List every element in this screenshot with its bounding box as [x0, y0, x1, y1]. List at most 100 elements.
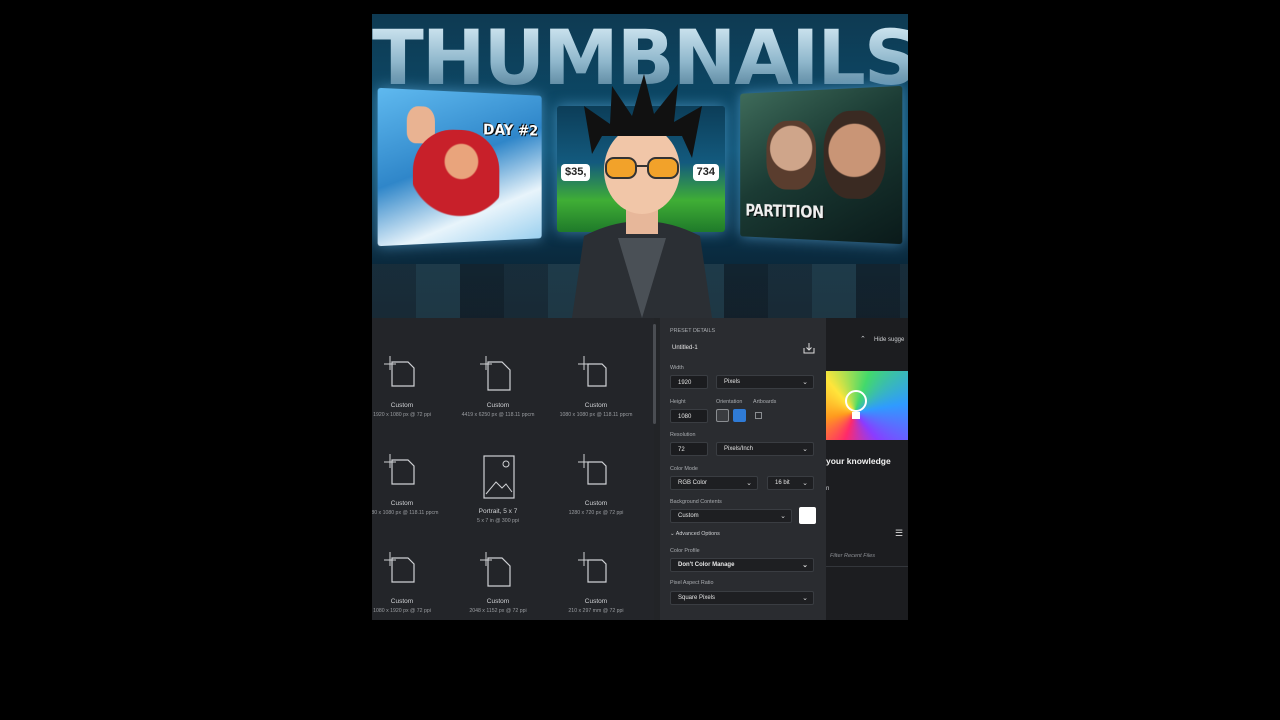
- preset-tile[interactable]: Custom 210 x 297 mm @ 72 ppi: [548, 552, 644, 615]
- preset-dimensions: 1080 x 1080 px @ 118.11 ppcm: [372, 510, 439, 516]
- chevron-up-icon[interactable]: ⌃: [860, 335, 866, 343]
- divider: [826, 566, 908, 567]
- background-contents-label: Background Contents: [670, 499, 722, 505]
- pixel-aspect-ratio-select[interactable]: Square Pixels ⌄: [670, 591, 814, 605]
- preset-details-panel: PRESET DETAILS Untitled-1 Width 1920 Pix…: [660, 318, 826, 620]
- color-mode-label: Color Mode: [670, 466, 698, 472]
- list-view-icon[interactable]: ☰: [895, 528, 903, 539]
- lightbulb-icon: [845, 390, 867, 419]
- thumbnail-partition: PARTITION: [740, 85, 903, 245]
- preset-tile[interactable]: Custom 1920 x 1080 px @ 72 ppi: [372, 356, 450, 419]
- preset-name: Portrait, 5 x 7: [478, 508, 518, 515]
- preset-tile[interactable]: Custom 1080 x 1920 px @ 72 ppi: [372, 552, 450, 615]
- color-profile-value: Don't Color Manage: [678, 562, 735, 568]
- width-unit-select[interactable]: Pixels ⌄: [716, 375, 814, 389]
- pixel-aspect-ratio-value: Square Pixels: [678, 595, 716, 601]
- thumbnail-day-label: DAY #2: [483, 120, 539, 140]
- height-label: Height: [670, 399, 686, 405]
- suggestion-lightbulb-image[interactable]: [826, 371, 908, 440]
- home-side-panel: ⌃ Hide sugge your knowledge n ☰ Filter R…: [826, 318, 908, 620]
- color-profile-label: Color Profile: [670, 548, 700, 554]
- preset-name: Custom: [584, 500, 608, 507]
- preset-name: Custom: [390, 598, 414, 605]
- thumbnail-banner: THUMBNAILS DAY #2 $35, 734 PARTITION: [372, 14, 908, 318]
- width-label: Width: [670, 365, 684, 371]
- document-icon: [480, 552, 511, 587]
- color-profile-select[interactable]: Don't Color Manage ⌄: [670, 558, 814, 572]
- background-contents-value: Custom: [678, 513, 699, 519]
- resolution-unit-value: Pixels/Inch: [724, 446, 754, 452]
- resolution-label: Resolution: [670, 432, 696, 438]
- resolution-input[interactable]: 72: [670, 442, 708, 456]
- hide-suggestions-button[interactable]: Hide sugge: [874, 337, 904, 343]
- preset-name: Custom: [390, 500, 414, 507]
- background-contents-select[interactable]: Custom ⌄: [670, 509, 792, 523]
- width-input[interactable]: 1920: [670, 375, 708, 389]
- filter-recent-files-input[interactable]: Filter Recent Files: [830, 553, 875, 559]
- preset-dimensions: 2048 x 1152 px @ 72 ppi: [469, 608, 527, 614]
- preset-name: Custom: [584, 598, 608, 605]
- chevron-down-icon: ⌄: [746, 480, 752, 487]
- preset-name: Custom: [486, 598, 510, 605]
- thumbnail-day-2: DAY #2: [377, 87, 542, 247]
- thumbnail-partition-label: PARTITION: [745, 201, 824, 224]
- advanced-options-toggle[interactable]: ⌄ Advanced Options: [670, 531, 720, 537]
- chevron-down-icon: ⌄: [802, 480, 808, 487]
- save-preset-icon[interactable]: [803, 342, 815, 354]
- preset-tile[interactable]: Custom 1080 x 1080 px @ 118.11 ppcm: [372, 454, 450, 517]
- document-icon: [578, 552, 607, 583]
- preset-tile[interactable]: Custom 1080 x 1080 px @ 118.11 ppcm: [548, 356, 644, 419]
- document-icon: [384, 552, 415, 583]
- preset-tile[interactable]: Portrait, 5 x 7 5 x 7 in @ 300 ppi: [450, 454, 546, 525]
- bit-depth-value: 16 bit: [775, 480, 790, 486]
- preset-grid-scrollbar[interactable]: [653, 324, 656, 424]
- preset-dimensions: 5 x 7 in @ 300 ppi: [477, 518, 519, 524]
- document-icon: [384, 356, 415, 387]
- anime-character-avatar: [572, 74, 712, 318]
- preset-name: Custom: [584, 402, 608, 409]
- chevron-down-icon: ⌄: [802, 446, 808, 453]
- new-document-dialog: Custom 1920 x 1080 px @ 72 ppi Custom 4419 …: [372, 318, 908, 620]
- portrait-graphic-right: [823, 109, 886, 200]
- preset-tile[interactable]: Custom 4419 x 6250 px @ 118.11 ppcm: [450, 356, 546, 419]
- suggestion-title[interactable]: your knowledge: [826, 456, 891, 466]
- suggestion-subtext: n: [826, 486, 830, 492]
- resolution-unit-select[interactable]: Pixels/Inch ⌄: [716, 442, 814, 456]
- preset-dimensions: 4419 x 6250 px @ 118.11 ppcm: [461, 412, 535, 418]
- chevron-down-icon: ⌄: [802, 379, 808, 386]
- preset-details-title: PRESET DETAILS: [670, 328, 716, 334]
- bit-depth-select[interactable]: 16 bit ⌄: [767, 476, 814, 490]
- document-icon: [578, 356, 607, 387]
- portrait-orientation-button[interactable]: [716, 409, 729, 422]
- width-unit-value: Pixels: [724, 379, 741, 385]
- document-icon: [578, 454, 607, 485]
- preset-dimensions: 1920 x 1080 px @ 72 ppi: [373, 412, 431, 418]
- preset-dimensions: 210 x 297 mm @ 72 ppi: [568, 608, 624, 614]
- pixel-aspect-ratio-label: Pixel Aspect Ratio: [670, 580, 714, 586]
- preset-dimensions: 1280 x 720 px @ 72 ppi: [568, 510, 624, 516]
- document-icon: [384, 454, 415, 485]
- preset-grid: Custom 1920 x 1080 px @ 72 ppi Custom 4419 …: [372, 318, 656, 620]
- artboards-checkbox[interactable]: [755, 412, 762, 419]
- portrait-document-icon: [483, 455, 515, 499]
- chevron-down-icon: ⌄: [802, 595, 808, 602]
- portrait-graphic-left: [766, 120, 817, 190]
- chevron-down-icon: ⌄: [802, 562, 808, 569]
- document-icon: [480, 356, 511, 391]
- person-in-snow-graphic: [412, 128, 500, 222]
- preset-dimensions: 1080 x 1920 px @ 72 ppi: [373, 608, 431, 614]
- background-color-swatch[interactable]: [799, 507, 816, 524]
- height-input[interactable]: 1080: [670, 409, 708, 423]
- landscape-orientation-button[interactable]: [733, 409, 746, 422]
- color-mode-value: RGB Color: [678, 480, 708, 486]
- color-mode-select[interactable]: RGB Color ⌄: [670, 476, 758, 490]
- orientation-label: Orientation: [716, 399, 743, 405]
- preset-tile[interactable]: Custom 2048 x 1152 px @ 72 ppi: [450, 552, 546, 615]
- chevron-down-icon: ⌄: [780, 513, 786, 520]
- artboards-label: Artboards: [753, 399, 777, 405]
- preset-name: Custom: [390, 402, 414, 409]
- preset-dimensions: 1080 x 1080 px @ 118.11 ppcm: [559, 412, 633, 418]
- document-name-field[interactable]: Untitled-1: [672, 345, 698, 351]
- preset-tile[interactable]: Custom 1280 x 720 px @ 72 ppi: [548, 454, 644, 517]
- preset-name: Custom: [486, 402, 510, 409]
